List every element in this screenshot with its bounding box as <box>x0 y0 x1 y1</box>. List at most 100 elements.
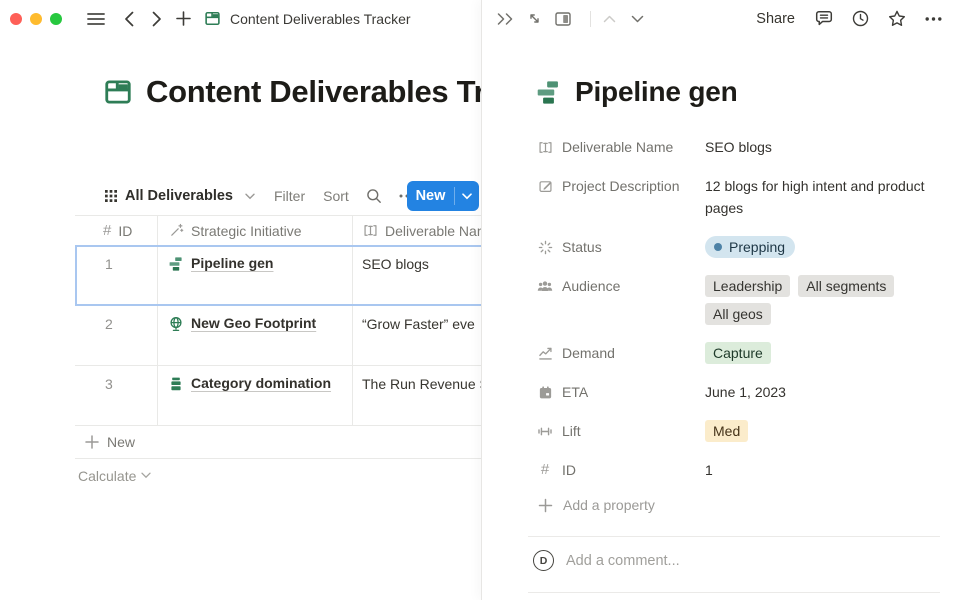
calculate-button[interactable]: Calculate <box>75 459 481 492</box>
database-table: # ID Strategic Initiative Deliverable Na… <box>75 215 481 492</box>
cell-deliverable-name[interactable]: The Run Revenue S <box>353 366 481 425</box>
bars-chart-icon[interactable] <box>535 79 562 106</box>
side-peek-toggle-icon[interactable] <box>555 12 571 26</box>
add-comment-row[interactable]: D Add a comment... <box>533 550 936 571</box>
property-value[interactable]: Capture <box>705 342 936 364</box>
close-window-button[interactable] <box>10 13 22 25</box>
property-label[interactable]: Status <box>537 236 705 258</box>
tag[interactable]: Capture <box>705 342 771 364</box>
cell-strategic-initiative[interactable]: New Geo Footprint <box>158 306 353 365</box>
chevron-down-icon <box>141 472 151 479</box>
cell-deliverable-name[interactable]: SEO blogs <box>353 246 481 305</box>
page-header: Content Deliverables Tracker <box>103 74 481 110</box>
new-button-chevron-down-icon[interactable] <box>455 193 479 200</box>
table-row[interactable]: 1 Pipeline gen SEO blogs <box>75 246 481 306</box>
toolbar-divider <box>590 11 591 27</box>
peek-bottom-divider <box>528 592 940 593</box>
comments-icon[interactable] <box>815 10 833 27</box>
cell-strategic-initiative[interactable]: Category domination <box>158 366 353 425</box>
property-label[interactable]: Lift <box>537 420 705 442</box>
cell-id[interactable]: 2 <box>75 306 158 365</box>
next-record-chevron-down-icon[interactable] <box>631 15 644 23</box>
property-label[interactable]: Project Description <box>537 175 705 197</box>
more-options-icon[interactable] <box>925 17 942 21</box>
column-header-id[interactable]: # ID <box>75 216 158 245</box>
nav-forward-icon[interactable] <box>152 11 162 27</box>
status-tag[interactable]: Prepping <box>705 236 795 258</box>
view-selector[interactable]: All Deliverables <box>104 188 255 204</box>
history-clock-icon[interactable] <box>852 10 869 27</box>
plus-icon <box>537 498 553 513</box>
page-link[interactable]: Category domination <box>191 375 331 391</box>
share-button[interactable]: Share <box>756 11 795 27</box>
new-page-plus-icon[interactable] <box>176 11 191 26</box>
bars-chart-icon <box>168 256 184 272</box>
property-value[interactable]: Med <box>705 420 936 442</box>
previous-record-chevron-up-icon[interactable] <box>603 15 616 23</box>
favorite-star-icon[interactable] <box>888 10 906 27</box>
peek-body: Pipeline gen Deliverable Name SEO blogs … <box>482 37 960 600</box>
property-value[interactable]: SEO blogs <box>705 136 936 158</box>
magic-wand-icon <box>168 223 184 238</box>
new-record-button[interactable]: New <box>407 181 479 211</box>
tag[interactable]: All geos <box>705 303 771 325</box>
page-link[interactable]: Pipeline gen <box>191 255 273 271</box>
window-title: Content Deliverables Tracker <box>230 11 411 27</box>
property-label[interactable]: # ID <box>537 459 705 481</box>
peek-toolbar: Share <box>482 0 960 37</box>
cell-id[interactable]: 1 <box>75 246 158 305</box>
chevron-down-icon <box>245 193 255 200</box>
add-property-button[interactable]: Add a property <box>537 497 936 513</box>
column-header-strategic-initiative[interactable]: Strategic Initiative <box>158 216 353 245</box>
property-label[interactable]: ETA <box>537 381 705 403</box>
edit-pencil-icon <box>537 179 553 194</box>
user-avatar: D <box>533 550 554 571</box>
search-icon[interactable] <box>366 188 382 204</box>
tag[interactable]: All segments <box>798 275 894 297</box>
property-value[interactable]: Leadership All segments All geos <box>705 275 936 325</box>
property-label[interactable]: Demand <box>537 342 705 364</box>
expand-page-icon[interactable] <box>527 11 542 26</box>
tag[interactable]: Leadership <box>705 275 790 297</box>
property-value[interactable]: June 1, 2023 <box>705 381 936 403</box>
zoom-window-button[interactable] <box>50 13 62 25</box>
hamburger-menu-icon[interactable] <box>87 12 105 26</box>
page-link[interactable]: New Geo Footprint <box>191 315 316 331</box>
cell-deliverable-name[interactable]: “Grow Faster” eve <box>353 306 481 365</box>
property-row-eta: ETA June 1, 2023 <box>537 381 936 403</box>
property-row-status: Status Prepping <box>537 236 936 258</box>
record-title[interactable]: Pipeline gen <box>575 76 738 108</box>
close-peek-double-chevron-icon[interactable] <box>497 13 514 25</box>
new-row-button[interactable]: New <box>75 426 481 459</box>
filter-button[interactable]: Filter <box>274 188 305 204</box>
page-title[interactable]: Content Deliverables Tracker <box>146 74 481 110</box>
view-name-label: All Deliverables <box>125 188 233 204</box>
tag[interactable]: Med <box>705 420 748 442</box>
new-row-label: New <box>107 434 135 450</box>
property-label[interactable]: Deliverable Name <box>537 136 705 158</box>
table-row[interactable]: 3 Category domination The Run Revenue S <box>75 366 481 426</box>
property-row-audience: Audience Leadership All segments All geo… <box>537 275 936 325</box>
main-pane: Content Deliverables Tracker Content Del… <box>0 0 481 600</box>
property-value[interactable]: 12 blogs for high intent and product pag… <box>705 175 936 219</box>
minimize-window-button[interactable] <box>30 13 42 25</box>
new-button-label: New <box>407 188 454 204</box>
comments-divider <box>528 536 940 537</box>
page-title-table-icon[interactable] <box>103 77 133 107</box>
nav-back-icon[interactable] <box>124 11 134 27</box>
view-bar: All Deliverables Filter Sort <box>104 181 415 211</box>
cell-strategic-initiative[interactable]: Pipeline gen <box>158 246 353 305</box>
comment-input-placeholder[interactable]: Add a comment... <box>566 553 680 569</box>
sort-button[interactable]: Sort <box>323 188 349 204</box>
property-label[interactable]: Audience <box>537 275 705 297</box>
column-header-deliverable-name[interactable]: Deliverable Name <box>353 216 481 245</box>
property-value[interactable]: Prepping <box>705 236 936 258</box>
property-row-id: # ID 1 <box>537 459 936 481</box>
property-value[interactable]: 1 <box>705 459 936 481</box>
property-row-deliverable-name: Deliverable Name SEO blogs <box>537 136 936 158</box>
cell-id[interactable]: 3 <box>75 366 158 425</box>
property-list: Deliverable Name SEO blogs Project Descr… <box>537 136 936 513</box>
property-row-lift: Lift Med <box>537 420 936 442</box>
table-row[interactable]: 2 New Geo Footprint “Grow Faster” eve <box>75 306 481 366</box>
people-icon <box>537 279 553 294</box>
